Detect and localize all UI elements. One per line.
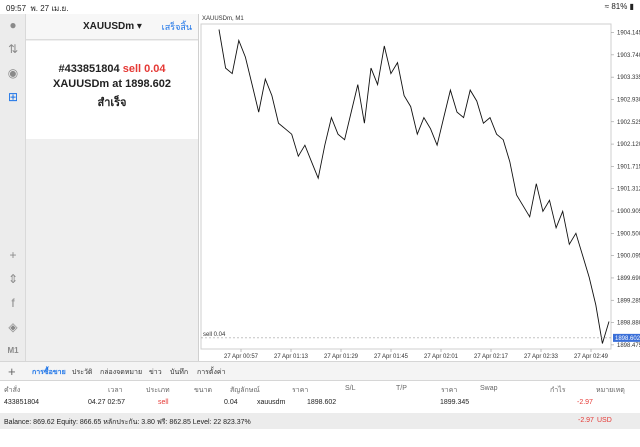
y-tick-label: 1903.335 bbox=[617, 75, 640, 81]
y-tick-label: 1903.740 bbox=[617, 53, 640, 59]
date: พ. 27 เม.ย. bbox=[30, 4, 69, 13]
price-line bbox=[218, 29, 610, 344]
col-tp: T/P bbox=[396, 385, 407, 392]
result-ticket-line: #433851804 sell 0.04 bbox=[26, 63, 198, 75]
table-header: คำสั่ง เวลา ประเภท ขนาด สัญลักษณ์ ราคา S… bbox=[0, 381, 640, 395]
total-profit: -2.97 bbox=[578, 417, 594, 424]
panel-header: XAUUSDm ▾ เสร็จสิ้น bbox=[26, 14, 198, 40]
y-tick-label: 1902.525 bbox=[617, 120, 640, 126]
symbol-select[interactable]: XAUUSDm ▾ bbox=[83, 21, 142, 32]
col-sl: S/L bbox=[345, 385, 356, 392]
tab-history[interactable]: ประวัติ bbox=[72, 367, 92, 378]
chat-icon[interactable]: ◉ bbox=[5, 66, 21, 80]
y-tick-label: 1904.145 bbox=[617, 31, 640, 37]
col-swap: Swap bbox=[480, 385, 498, 392]
cell-profit: -2.97 bbox=[577, 399, 593, 406]
order-result: #433851804 sell 0.04 XAUUSDm at 1898.602… bbox=[26, 41, 198, 139]
y-tick-label: 1901.715 bbox=[617, 164, 640, 170]
status-right: ≈ 81% ▮ bbox=[605, 2, 634, 11]
balance-bar: Balance: 869.62 Equity: 866.65 หลักประกั… bbox=[0, 413, 640, 429]
x-tick-label: 27 Apr 02:01 bbox=[424, 354, 459, 360]
y-tick-label: 1902.930 bbox=[617, 97, 640, 103]
symbol-label: XAUUSDm bbox=[83, 21, 135, 32]
y-tick-label: 1900.905 bbox=[617, 209, 640, 215]
y-tick-label: 1901.312 bbox=[617, 187, 640, 193]
result-text: XAUUSDm at bbox=[52, 78, 123, 90]
clock: 09:57 bbox=[6, 4, 27, 13]
crosshair-icon[interactable]: + bbox=[5, 248, 21, 262]
cell-current-price: 1899.345 bbox=[440, 399, 470, 406]
cell-order: 433851804 bbox=[4, 399, 40, 406]
chevron-down-icon: ▾ bbox=[136, 21, 142, 32]
bottom-area bbox=[0, 429, 640, 447]
new-order-icon[interactable]: ⊞ bbox=[5, 90, 21, 104]
chart-svg: 1904.145 1903.740 1903.335 1902.930 1902.525… bbox=[200, 23, 640, 360]
result-status: สำเร็จ bbox=[97, 97, 127, 109]
add-icon[interactable]: + bbox=[8, 364, 16, 379]
cell-price: 1898.602 bbox=[307, 399, 337, 406]
tab-journal[interactable]: บันทึก bbox=[170, 367, 188, 378]
battery-level: 81% bbox=[611, 2, 628, 11]
x-tick-label: 27 Apr 02:17 bbox=[474, 354, 509, 360]
position-label: sell 0.04 bbox=[203, 332, 226, 338]
x-tick-label: 27 Apr 00:57 bbox=[224, 354, 259, 360]
x-tick-label: 27 Apr 01:45 bbox=[374, 354, 409, 360]
y-tick-label: 1900.500 bbox=[617, 231, 640, 237]
tab-settings[interactable]: การตั้งค่า bbox=[197, 367, 226, 378]
status-bar: 09:57 พ. 27 เม.ย. ≈ 81% ▮ bbox=[0, 0, 640, 14]
left-rail: ● ⇅ ◉ ⊞ + ⇕ f ◈ M1 bbox=[0, 14, 26, 361]
y-tick-label: 1902.120 bbox=[617, 142, 640, 148]
tab-news[interactable]: ข่าว bbox=[149, 367, 162, 378]
tab-mailbox[interactable]: กล่องจดหมาย bbox=[100, 367, 142, 378]
plot-frame bbox=[200, 23, 612, 350]
x-tick-label: 27 Apr 02:49 bbox=[574, 354, 609, 360]
cell-volume: 0.04 bbox=[224, 399, 238, 406]
indicators-icon[interactable]: ⇕ bbox=[5, 272, 21, 286]
timeframe-icon[interactable]: M1 bbox=[5, 344, 21, 358]
battery-icon: ▮ bbox=[629, 2, 634, 11]
x-tick-label: 27 Apr 01:29 bbox=[324, 354, 359, 360]
y-tick-label: 1898.880 bbox=[617, 321, 640, 327]
table-row[interactable]: 433851804 04.27 02:57 sell 0.04 xauusdm … bbox=[0, 395, 640, 413]
y-tick-label: 1899.690 bbox=[617, 276, 640, 282]
cell-type: sell bbox=[158, 399, 169, 406]
y-tick-label: 1899.285 bbox=[617, 298, 640, 304]
y-tick-label: 1898.475 bbox=[617, 343, 640, 349]
y-tick-label: 1900.095 bbox=[617, 254, 640, 260]
chart-title: XAUUSDm, M1 bbox=[202, 16, 244, 22]
price-chart[interactable]: XAUUSDm, M1 1904.145 1903.740 1903.335 1902… bbox=[198, 14, 640, 361]
tab-trade[interactable]: การซื้อขาย bbox=[32, 367, 66, 378]
account-icon[interactable]: ● bbox=[5, 18, 21, 32]
objects-icon[interactable]: ◈ bbox=[5, 320, 21, 334]
x-tick-label: 27 Apr 02:33 bbox=[524, 354, 559, 360]
balance-text: Balance: 869.62 Equity: 866.65 หลักประกั… bbox=[4, 419, 251, 426]
ticket-number: #433851804 bbox=[58, 63, 120, 75]
order-side: sell 0.04 bbox=[122, 63, 166, 75]
result-price: 1898.602 bbox=[125, 78, 172, 90]
order-panel: XAUUSDm ▾ เสร็จสิ้น #433851804 sell 0.04… bbox=[26, 14, 198, 361]
x-tick-label: 27 Apr 01:13 bbox=[274, 354, 309, 360]
result-price-line: XAUUSDm at 1898.602 bbox=[26, 78, 198, 90]
done-button[interactable]: เสร็จสิ้น bbox=[162, 20, 192, 34]
currency: USD bbox=[597, 417, 612, 424]
trade-icon[interactable]: ⇅ bbox=[5, 42, 21, 56]
wifi-icon: ≈ bbox=[604, 2, 610, 11]
cell-time: 04.27 02:57 bbox=[88, 399, 125, 406]
bottom-tabs: + การซื้อขาย ประวัติ กล่องจดหมาย ข่าว บั… bbox=[0, 361, 640, 381]
cell-symbol: xauusdm bbox=[257, 399, 286, 406]
function-icon[interactable]: f bbox=[5, 296, 21, 310]
current-price-label: 1898.602 bbox=[615, 336, 640, 342]
